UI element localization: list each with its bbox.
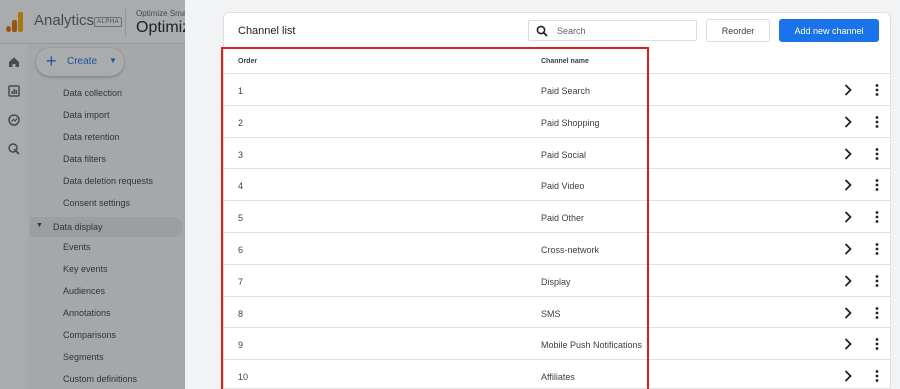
more-vert-icon[interactable] <box>874 242 880 256</box>
chevron-right-icon[interactable] <box>843 274 853 288</box>
channel-name-cell: Paid Video <box>541 181 585 192</box>
table-row[interactable]: 9 Mobile Push Notifications <box>224 328 890 361</box>
chevron-right-icon[interactable] <box>843 242 853 256</box>
more-vert-icon[interactable] <box>874 210 880 224</box>
order-cell: 7 <box>238 276 244 287</box>
chevron-right-icon[interactable] <box>843 306 853 320</box>
more-vert-icon[interactable] <box>874 306 880 320</box>
order-cell: 5 <box>238 213 244 224</box>
table-row[interactable]: 5 Paid Other <box>224 201 890 233</box>
search-input[interactable] <box>557 24 692 38</box>
table-header: Order Channel name <box>224 49 890 74</box>
more-vert-icon[interactable] <box>874 83 880 97</box>
more-vert-icon[interactable] <box>874 147 880 161</box>
reorder-button[interactable]: Reorder <box>706 19 770 42</box>
column-header-order[interactable]: Order <box>238 58 257 65</box>
order-cell: 9 <box>238 340 244 351</box>
chevron-right-icon[interactable] <box>843 83 853 97</box>
order-cell: 10 <box>238 372 249 383</box>
channel-name-cell: Mobile Push Notifications <box>541 340 643 351</box>
table-row[interactable]: 10 Affiliates <box>224 360 890 388</box>
table-body: 1 Paid Search 2 Paid Shopping 3 Paid Social 4 P… <box>224 74 890 388</box>
more-vert-icon[interactable] <box>874 337 880 351</box>
order-cell: 1 <box>238 86 244 96</box>
channel-name-cell: Display <box>541 276 571 287</box>
table-row[interactable]: 1 Paid Search <box>224 74 890 106</box>
more-vert-icon[interactable] <box>874 274 880 288</box>
channel-name-cell: SMS <box>541 308 561 319</box>
card-title: Channel list <box>238 25 296 37</box>
channel-name-cell: Affiliates <box>541 372 575 383</box>
channel-name-cell: Cross-network <box>541 244 600 255</box>
table-row[interactable]: 3 Paid Social <box>224 138 890 170</box>
more-vert-icon[interactable] <box>874 178 880 192</box>
order-cell: 6 <box>238 244 244 255</box>
channel-name-cell: Paid Social <box>541 149 587 160</box>
channel-name-cell: Paid Shopping <box>541 117 600 128</box>
table-row[interactable]: 7 Display <box>224 265 890 297</box>
table-row[interactable]: 4 Paid Video <box>224 169 890 202</box>
more-vert-icon[interactable] <box>874 369 880 383</box>
channel-list-card: Channel list Reorder Add new channel Ord… <box>223 12 891 389</box>
column-header-channel-name[interactable]: Channel name <box>541 58 589 65</box>
chevron-right-icon[interactable] <box>843 210 853 224</box>
table-row[interactable]: 2 Paid Shopping <box>224 106 890 138</box>
order-cell: 3 <box>238 149 244 160</box>
channel-panel: Channel list Reorder Add new channel Ord… <box>185 0 900 389</box>
chevron-right-icon[interactable] <box>843 337 853 351</box>
order-cell: 8 <box>238 308 244 319</box>
order-cell: 4 <box>238 181 244 192</box>
more-vert-icon[interactable] <box>874 115 880 129</box>
add-new-channel-button[interactable]: Add new channel <box>779 19 879 42</box>
search-box[interactable] <box>528 20 697 41</box>
chevron-right-icon[interactable] <box>843 115 853 129</box>
chevron-right-icon[interactable] <box>843 178 853 192</box>
channel-table: Order Channel name 1 Paid Search 2 Paid Sho… <box>224 49 890 388</box>
chevron-right-icon[interactable] <box>843 147 853 161</box>
table-row[interactable]: 6 Cross-network <box>224 233 890 265</box>
chevron-right-icon[interactable] <box>843 369 853 383</box>
table-row[interactable]: 8 SMS <box>224 297 890 329</box>
search-icon <box>536 25 548 37</box>
channel-name-cell: Paid Other <box>541 213 585 224</box>
order-cell: 2 <box>238 117 244 128</box>
channel-name-cell: Paid Search <box>541 86 591 96</box>
